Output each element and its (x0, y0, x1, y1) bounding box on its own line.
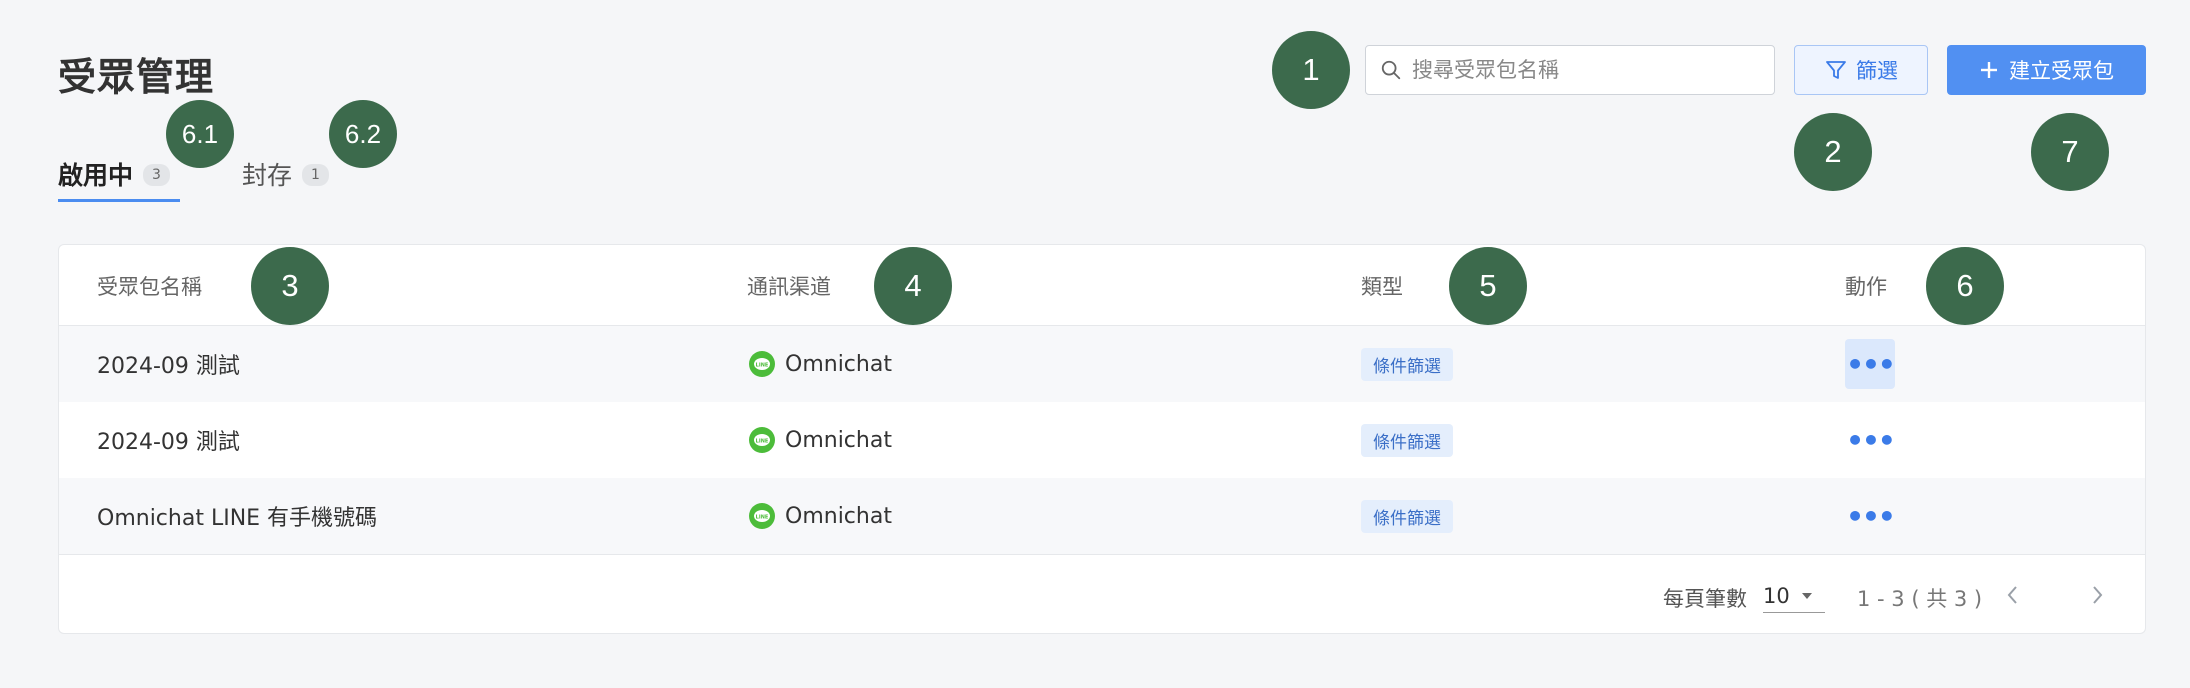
line-icon: LINE (749, 427, 775, 453)
create-audience-button[interactable]: 建立受眾包 (1947, 45, 2146, 95)
table-header: 受眾包名稱 通訊渠道 類型 動作 (59, 245, 2145, 326)
type-tag: 條件篩選 (1361, 347, 1453, 381)
page-size-label: 每頁筆數 (1663, 587, 1747, 611)
tab-archived-label: 封存 (242, 161, 293, 190)
channel-name: Omnichat (785, 503, 892, 529)
page-size-value: 10 (1763, 583, 1790, 608)
next-page-button[interactable] (2079, 577, 2115, 613)
svg-text:LINE: LINE (756, 439, 769, 445)
annotation-marker-6: 6 (1926, 247, 2004, 325)
page-size-select[interactable]: 10 (1763, 579, 1825, 613)
audience-name: Omnichat LINE 有手機號碼 (97, 506, 378, 531)
tab-archived[interactable]: 封存 1 (242, 156, 329, 202)
tab-archived-count: 1 (302, 164, 329, 186)
line-icon: LINE (749, 351, 775, 377)
search-icon (1380, 59, 1402, 81)
annotation-marker-4: 4 (874, 247, 952, 325)
annotation-marker-7: 7 (2031, 113, 2109, 191)
table-row[interactable]: 2024-09 測試 LINE Omnichat 條件篩選 ••• (59, 402, 2145, 478)
column-header-type: 類型 (1361, 275, 1403, 299)
page-title: 受眾管理 (58, 55, 215, 99)
search-input[interactable] (1412, 58, 1762, 82)
pagination-range: 1 - 3 ( 共 3 ) (1857, 587, 1983, 611)
annotation-marker-2: 2 (1794, 113, 1872, 191)
tab-active-label: 啟用中 (58, 161, 134, 190)
search-box[interactable] (1365, 45, 1775, 95)
action-cell: ••• (1845, 402, 1896, 478)
svg-text:LINE: LINE (756, 515, 769, 521)
channel-cell: LINE Omnichat (749, 402, 892, 478)
filter-button[interactable]: 篩選 (1794, 45, 1928, 95)
caret-down-icon (1801, 592, 1812, 599)
type-tag: 條件篩選 (1361, 423, 1453, 457)
annotation-marker-3: 3 (251, 247, 329, 325)
type-cell: 條件篩選 (1361, 326, 1453, 402)
tab-active[interactable]: 啟用中 3 (58, 156, 180, 202)
action-cell: ••• (1845, 478, 1896, 554)
type-cell: 條件篩選 (1361, 478, 1453, 554)
line-icon: LINE (749, 503, 775, 529)
column-header-name: 受眾包名稱 (97, 275, 202, 299)
annotation-marker-5: 5 (1449, 247, 1527, 325)
filter-icon (1824, 58, 1848, 82)
chevron-right-icon (2093, 586, 2103, 604)
column-header-action: 動作 (1845, 275, 1887, 299)
svg-text:LINE: LINE (756, 363, 769, 369)
more-actions-button[interactable]: ••• (1845, 415, 1896, 465)
channel-cell: LINE Omnichat (749, 478, 892, 554)
annotation-marker-6-2: 6.2 (329, 100, 397, 168)
filter-button-label: 篩選 (1856, 59, 1898, 83)
table-row[interactable]: Omnichat LINE 有手機號碼 LINE Omnichat 條件篩選 •… (59, 478, 2145, 554)
type-cell: 條件篩選 (1361, 402, 1453, 478)
channel-name: Omnichat (785, 351, 892, 377)
more-actions-button[interactable]: ••• (1845, 491, 1896, 541)
chevron-left-icon (2007, 586, 2017, 604)
audience-name: 2024-09 測試 (97, 430, 240, 455)
table-row[interactable]: 2024-09 測試 LINE Omnichat 條件篩選 ••• (59, 326, 2145, 402)
annotation-marker-1: 1 (1272, 31, 1350, 109)
type-tag: 條件篩選 (1361, 499, 1453, 533)
audience-name: 2024-09 測試 (97, 354, 240, 379)
tab-active-count: 3 (143, 164, 170, 186)
channel-name: Omnichat (785, 427, 892, 453)
audience-table: 受眾包名稱 通訊渠道 類型 動作 2024-09 測試 LINE Omnicha… (58, 244, 2146, 634)
channel-cell: LINE Omnichat (749, 326, 892, 402)
action-cell: ••• (1845, 326, 1896, 402)
create-button-label: 建立受眾包 (2009, 59, 2114, 83)
prev-page-button[interactable] (1995, 577, 2031, 613)
annotation-marker-6-1: 6.1 (166, 100, 234, 168)
plus-icon (1979, 60, 1999, 80)
more-actions-button[interactable]: ••• (1845, 339, 1896, 389)
pagination-bar: 每頁筆數 10 1 - 3 ( 共 3 ) (59, 554, 2145, 633)
column-header-channel: 通訊渠道 (747, 275, 831, 299)
